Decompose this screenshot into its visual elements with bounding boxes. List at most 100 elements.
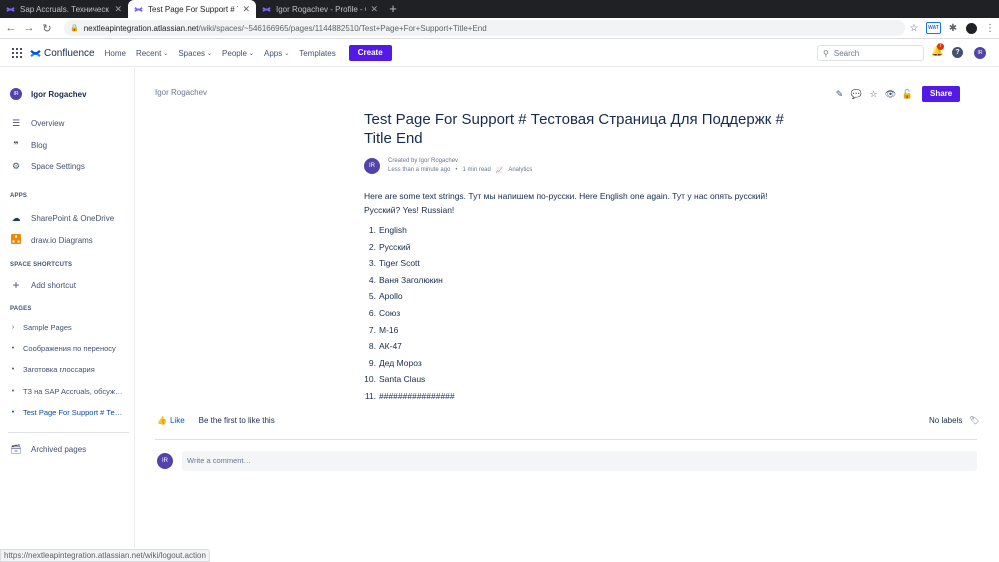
- like-status: Be the first to like this: [198, 416, 275, 425]
- close-tab-icon[interactable]: ✕: [370, 4, 378, 15]
- confluence-favicon-icon: [262, 6, 271, 12]
- breadcrumb[interactable]: Igor Rogachev: [155, 88, 207, 97]
- analytics-icon: 📈: [495, 168, 504, 174]
- sidebar-item-sharepoint[interactable]: ☁ SharePoint & OneDrive: [10, 213, 115, 224]
- app-switcher-icon[interactable]: [12, 48, 22, 58]
- product-name: Confluence: [44, 47, 95, 59]
- bullet-icon: •: [11, 366, 15, 373]
- list-item-text: Союз: [379, 307, 401, 318]
- page-tree-label: ТЗ на SAP Accruals, обсуждение: [23, 387, 125, 396]
- list-item: 5. Apollo: [364, 291, 455, 308]
- space-header[interactable]: IR Igor Rogachev: [10, 88, 87, 100]
- search-placeholder: Search: [833, 48, 860, 58]
- sidebar-item-blog[interactable]: ❞ Blog: [10, 140, 47, 151]
- list-item: 2. Русский: [364, 242, 455, 259]
- list-item-text: Tiger Scott: [379, 258, 420, 269]
- tab-title: Test Page For Support # Т: [148, 4, 239, 14]
- back-arrow-icon[interactable]: ←: [4, 22, 18, 34]
- page-tree-item[interactable]: • ТЗ на SAP Accruals, обсуждение: [10, 387, 125, 396]
- url-field[interactable]: 🔒 nextleapintegration.atlassian.net /wik…: [64, 20, 905, 36]
- created-time: Less than a minute ago: [388, 167, 451, 173]
- page-tree-item[interactable]: › Sample Pages: [10, 323, 125, 332]
- sidebar-item-label: draw.io Diagrams: [31, 235, 93, 245]
- analytics-link[interactable]: Analytics: [508, 167, 532, 174]
- nav-templates-label: Templates: [299, 48, 336, 58]
- new-tab-button[interactable]: +: [384, 0, 402, 18]
- archived-pages-link[interactable]: 🗃 Archived pages: [10, 444, 86, 455]
- user-avatar[interactable]: IR: [974, 47, 986, 59]
- tag-icon[interactable]: 🏷: [969, 416, 979, 425]
- page-tree-item-current[interactable]: • Test Page For Support # Тестовая: [10, 408, 125, 417]
- browser-tab[interactable]: Sap Accruals. Техническ ✕: [0, 0, 128, 18]
- commenter-avatar: IR: [157, 453, 173, 469]
- chevron-down-icon: ⌄: [284, 50, 290, 57]
- bookmark-star-icon[interactable]: ☆: [905, 23, 923, 34]
- sidebar-item-label: Archived pages: [31, 445, 87, 454]
- thumbs-up-icon: 👍: [157, 416, 167, 425]
- author-avatar[interactable]: IR: [364, 158, 380, 174]
- comment-icon[interactable]: 💬: [848, 89, 865, 100]
- page-tree-label: Соображения по переносу: [23, 344, 116, 353]
- list-item-number: 8.: [368, 341, 376, 352]
- sidebar-item-label: Overview: [31, 119, 65, 128]
- create-button[interactable]: Create: [348, 45, 392, 61]
- browser-tab-active[interactable]: Test Page For Support # Т ✕: [128, 0, 256, 18]
- nav-recent[interactable]: Recent ⌄: [136, 49, 168, 58]
- list-item-text: M-16: [379, 324, 399, 335]
- notifications-bell-icon[interactable]: 🔔 7: [931, 43, 944, 57]
- reload-icon[interactable]: ↻: [40, 22, 54, 35]
- close-tab-icon[interactable]: ✕: [114, 4, 122, 15]
- list-item-number: 11.: [364, 390, 376, 401]
- sidebar-item-overview[interactable]: ☰ Overview: [10, 118, 64, 129]
- page-tree-item[interactable]: • Заготовка глоссария: [10, 365, 125, 374]
- browser-menu-icon[interactable]: ⋮: [981, 23, 999, 34]
- confluence-logo[interactable]: Confluence: [30, 48, 95, 59]
- chevron-right-icon[interactable]: ›: [10, 324, 16, 331]
- nav-people[interactable]: People ⌄: [222, 49, 254, 58]
- labels-area: No labels 🏷: [929, 416, 980, 425]
- sidebar-item-drawio[interactable]: draw.io Diagrams: [10, 234, 93, 246]
- notification-count-badge: 7: [937, 43, 944, 50]
- sidebar-item-space-settings[interactable]: ⚙ Space Settings: [10, 161, 85, 172]
- edit-pencil-icon[interactable]: ✎: [831, 89, 848, 100]
- sidebar-item-label: Space Settings: [31, 162, 85, 171]
- list-item: 1. English: [364, 225, 455, 242]
- nav-apps-label: Apps: [264, 48, 283, 58]
- list-item: 9. Дед Мороз: [364, 358, 455, 375]
- browser-profile-avatar[interactable]: [966, 22, 977, 34]
- page-tree-label: Заготовка глоссария: [23, 365, 95, 374]
- list-item-text: ################: [379, 390, 455, 401]
- restrictions-lock-icon[interactable]: 🔓: [899, 89, 916, 100]
- sidebar-item-label: Blog: [31, 141, 48, 150]
- search-input[interactable]: ⚲ Search: [817, 45, 924, 61]
- confluence-favicon-icon: [134, 6, 143, 12]
- share-button[interactable]: Share: [922, 86, 961, 102]
- chevron-down-icon: ⌄: [207, 50, 213, 57]
- forward-arrow-icon[interactable]: →: [22, 22, 36, 34]
- watch-eye-icon[interactable]: 👁: [882, 89, 899, 100]
- add-shortcut-button[interactable]: + Add shortcut: [10, 278, 75, 292]
- comment-input[interactable]: Write a comment…: [182, 451, 977, 471]
- nav-home[interactable]: Home: [105, 49, 126, 58]
- content-divider: [155, 439, 977, 440]
- space-avatar: IR: [10, 88, 22, 100]
- like-button[interactable]: 👍 Like: [157, 416, 185, 425]
- list-item: 4. Ваня Заголюкин: [364, 275, 455, 292]
- page-tree-item[interactable]: • Соображения по переносу: [10, 344, 125, 353]
- star-icon[interactable]: ☆: [865, 89, 882, 100]
- nav-spaces[interactable]: Spaces ⌄: [178, 49, 212, 58]
- bullet-icon: •: [11, 345, 15, 352]
- close-tab-icon[interactable]: ✕: [242, 4, 250, 15]
- list-item: 8. АК-47: [364, 341, 455, 358]
- created-by[interactable]: Created by Igor Rogachev: [388, 158, 537, 164]
- nav-recent-label: Recent: [135, 48, 162, 58]
- browser-tab[interactable]: Igor Rogachev - Profile - C ✕: [256, 0, 384, 18]
- confluence-logo-icon: [30, 49, 41, 57]
- wat-extension-icon[interactable]: WAT: [926, 22, 941, 34]
- extensions-puzzle-icon[interactable]: ✱: [944, 23, 962, 34]
- nav-apps[interactable]: Apps ⌄: [264, 49, 289, 58]
- help-icon[interactable]: ?: [952, 47, 963, 58]
- nav-home-label: Home: [104, 48, 126, 58]
- nav-templates[interactable]: Templates: [299, 49, 335, 58]
- search-icon: ⚲: [823, 48, 829, 58]
